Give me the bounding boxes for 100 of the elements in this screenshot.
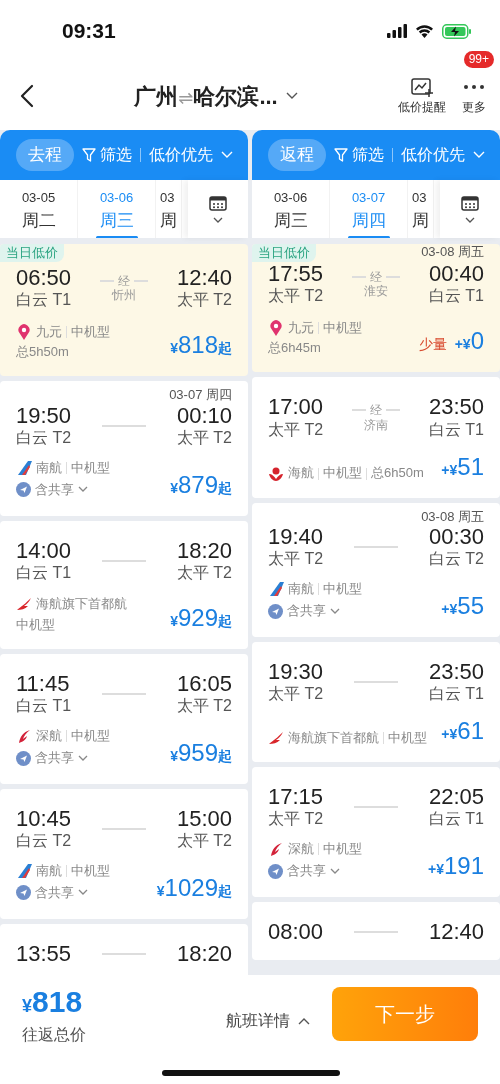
more-icon [464,84,484,89]
price: ¥959起 [170,737,232,768]
chevron-down-icon [465,216,475,224]
leg-label: 返程 [268,139,326,171]
chevron-down-icon [78,754,88,762]
departure-airport: 白云 T1 [16,696,72,716]
wifi-icon [415,24,434,38]
plane-icon [16,885,31,901]
price: +¥61 [441,716,484,746]
departure-time: 19:50 [16,403,72,428]
flight-info: 总6h50m [371,465,424,482]
clock-time: 09:31 [62,18,116,45]
codeshare-toggle[interactable]: 含共享 [268,861,362,881]
stopover-city: 济南 [364,417,388,432]
departure-time: 19:30 [268,659,324,684]
total-price: ¥818 [22,987,84,1017]
arrival-time: 22:05 [428,785,484,810]
plane-icon [268,603,283,619]
arrival-airport: 白云 T1 [428,809,484,830]
low-price-tag: 当日低价 [0,244,64,263]
low-price-tag: 当日低价 [252,244,316,263]
calendar-button[interactable] [188,180,248,238]
arrival-time: 12:40 [176,266,232,291]
flight-card[interactable]: 当日低价 06:50 白云 T1 经 忻州 12:40 太平 T2 九元 中机型 总5h50m ¥818起 [0,244,248,377]
flight-info: 海航 [288,465,314,482]
flight-info: 中机型 [323,581,362,598]
date-tab[interactable]: 03-05 周二 [0,180,78,238]
flight-card[interactable]: 11:45 白云 T1 16:05 太平 T2 深航 中机型 含共享 ¥959起 [0,653,248,784]
price: ¥929起 [170,602,232,633]
flight-card[interactable]: 17:15 太平 T2 22:05 白云 T1 深航 中机型 含共享 +¥191 [252,767,500,897]
arrival-time: 23:50 [428,395,484,420]
action-button[interactable]: 更多 [462,76,486,116]
departure-airport: 白云 T2 [16,427,72,448]
arrival-date: 03-07 周四 [169,387,232,404]
date-tab[interactable]: 03-07 周四 [330,180,408,238]
date-tab[interactable]: 03-06 周三 [78,180,156,238]
arrival-time: 00:40 [428,262,484,287]
stopover-label: 经 [370,403,382,418]
flight-info: 中机型 [388,729,427,746]
codeshare-toggle[interactable]: 含共享 [16,480,110,500]
flight-card[interactable]: 13:55 18:20 [0,923,248,975]
departure-time: 06:50 [16,266,72,291]
chevron-down-icon [473,151,485,159]
codeshare-toggle[interactable]: 含共享 [16,748,110,768]
flight-info: 中机型 [16,616,56,633]
flight-info: 中机型 [323,465,362,482]
calendar-button[interactable] [440,180,500,238]
flight-card[interactable]: 10:45 白云 T2 15:00 太平 T2 南航 中机型 含共享 ¥1029起 [0,788,248,919]
departure-airport: 太平 T2 [268,809,324,830]
departure-time: 14:00 [16,538,72,563]
arrival-airport: 白云 T1 [428,419,484,440]
stopover-label: 经 [370,269,382,285]
price: ¥1029起 [156,872,232,903]
flight-info: 中机型 [71,728,110,745]
flight-card[interactable]: 14:00 白云 T1 18:20 太平 T2 海航旗下首都航 中机型 ¥929起 [0,520,248,649]
details-button[interactable]: 航班详情 [226,1009,310,1033]
departure-airport: 白云 T1 [16,290,72,311]
arrival-airport: 白云 T2 [428,549,484,570]
flight-info: 南航 [36,459,62,477]
arrival-airport: 太平 T2 [176,830,232,851]
filter-icon [82,148,96,162]
departure-time: 13:55 [16,941,72,966]
flight-info: 海航旗下首都航 [36,596,127,613]
arrival-time: 12:40 [428,919,484,945]
departure-airport: 太平 T2 [268,684,324,704]
departure-time: 08:00 [268,919,324,945]
flight-info: 中机型 [323,841,362,858]
date-tab[interactable]: 03 周 [156,180,182,238]
action-button[interactable]: 低价提醒 [398,76,446,116]
flight-info: 南航 [288,581,314,598]
plane-icon [16,750,31,766]
plane-icon [16,482,31,498]
flight-card[interactable]: 当日低价 03-08 周五 17:55 太平 T2 经 淮安 00:40 白云 T1 九元 中机型 总6h45m 少量 +¥0 [252,244,500,373]
codeshare-toggle[interactable]: 含共享 [16,883,110,903]
flight-info: 深航 [288,841,314,858]
back-icon[interactable] [20,84,34,108]
flight-card[interactable]: 17:00 太平 T2 经 济南 23:50 白云 T1 海航 中机型 总6h50m +¥51 [252,377,500,498]
arrival-time: 00:10 [176,403,232,428]
flight-info: 中机型 [71,459,110,477]
flight-info: 南航 [36,862,62,880]
flight-card[interactable]: 03-08 周五 19:40 太平 T2 00:30 白云 T2 南航 中机型 含共享 +¥55 [252,502,500,637]
arrival-date: 03-08 周五 [421,244,484,261]
route-title[interactable]: 广州⇌哈尔滨... [134,79,278,113]
low-stock-label: 少量 [418,336,447,354]
codeshare-toggle[interactable]: 含共享 [268,601,362,621]
chevron-down-icon [330,607,340,615]
calendar-icon [209,194,227,211]
arrival-time: 23:50 [428,659,484,684]
departure-airport: 白云 T2 [16,830,72,851]
price: +¥0 [454,326,484,357]
leg-label: 去程 [16,139,74,171]
chevron-down-icon [78,486,88,494]
date-tab[interactable]: 03-06 周三 [252,180,330,238]
flight-card[interactable]: 03-07 周四 19:50 白云 T2 00:10 太平 T2 南航 中机型 含共享 ¥879起 [0,381,248,516]
date-tab[interactable]: 03 周 [408,180,434,238]
arrival-date: 03-08 周五 [421,508,484,525]
chevron-down-icon[interactable] [285,92,298,100]
flight-card[interactable]: 08:00 12:40 [252,901,500,961]
flight-card[interactable]: 19:30 太平 T2 23:50 白云 T1 海航旗下首都航 中机型 +¥61 [252,641,500,762]
flight-info: 九元 [36,323,62,341]
